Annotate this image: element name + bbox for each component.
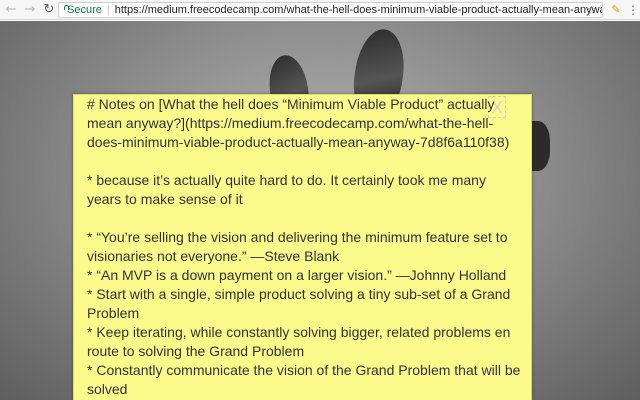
- note-line: Problem: [87, 305, 140, 321]
- secure-label: Secure: [67, 4, 102, 16]
- url-text: https://medium.freecodecamp.com/what-the…: [114, 4, 603, 16]
- forward-arrow-icon[interactable]: →: [22, 2, 38, 18]
- note-line: * “You’re selling the vision and deliver…: [87, 229, 508, 245]
- note-text[interactable]: # Notes on [What the hell does “Minimum …: [87, 95, 521, 399]
- address-bar[interactable]: Secure | https://medium.freecodecamp.com…: [58, 2, 603, 18]
- note-line: * because it’s actually quite hard to do…: [87, 172, 486, 188]
- note-line: mean anyway?](https://medium.freecodecam…: [87, 115, 494, 131]
- reload-icon[interactable]: ↻: [41, 2, 57, 18]
- note-line: * Constantly communicate the vision of t…: [87, 362, 521, 378]
- note-line: solved: [87, 381, 128, 397]
- pencil-icon[interactable]: ✎: [609, 3, 623, 17]
- note-line: visionaries not everyone.” —Steve Blank: [87, 248, 340, 264]
- note-line: * Start with a single, simple product so…: [87, 286, 511, 302]
- note-line: route to solving the Grand Problem: [87, 343, 305, 359]
- back-arrow-icon[interactable]: ←: [3, 2, 19, 18]
- note-line: * “An MVP is a down payment on a larger …: [87, 267, 507, 283]
- note-line: does-minimum-viable-product-actually-mea…: [87, 134, 510, 150]
- separator: |: [106, 4, 110, 16]
- menu-dots-icon[interactable]: ⋮: [627, 3, 639, 17]
- bookmark-star-icon[interactable]: ☆: [586, 3, 597, 17]
- note-line: years to make sense of it: [87, 191, 243, 207]
- note-line: * Keep iterating, while constantly solvi…: [87, 324, 511, 340]
- note-line: [87, 152, 502, 171]
- browser-toolbar: ← → ↻ Secure | https://medium.freecodeca…: [0, 0, 640, 20]
- note-line: # Notes on [What the hell does “Minimum …: [87, 96, 495, 112]
- note-line: [87, 209, 502, 228]
